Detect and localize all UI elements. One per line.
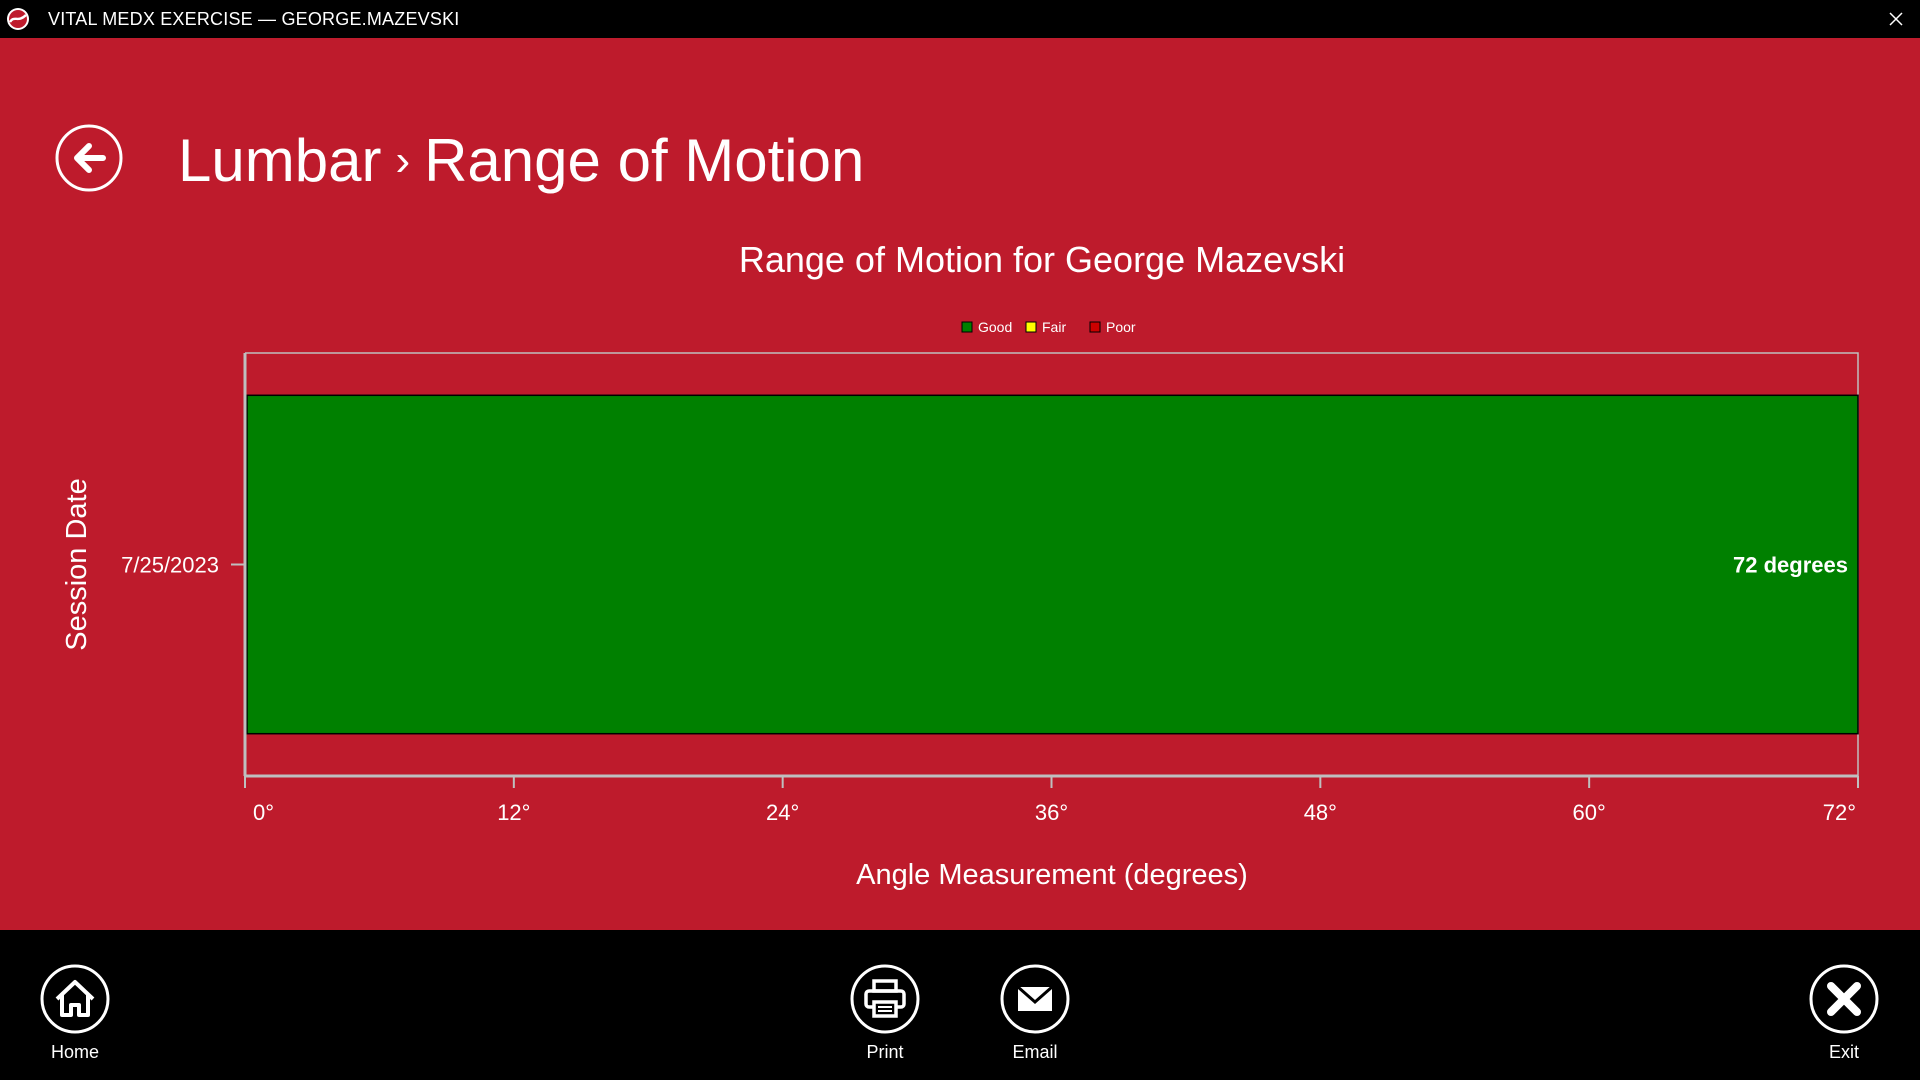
legend-label-poor: Poor (1106, 319, 1136, 335)
legend-label-fair: Fair (1042, 319, 1066, 335)
x-tick-label-4: 48° (1304, 800, 1337, 825)
legend-label-good: Good (978, 319, 1012, 335)
x-tick-label-0: 0° (253, 800, 274, 825)
exit-button[interactable]: Exit (1784, 930, 1904, 1063)
window-close-icon[interactable] (1886, 9, 1906, 29)
print-label: Print (866, 1042, 904, 1062)
x-tick-label-1: 12° (497, 800, 530, 825)
email-label: Email (1012, 1042, 1058, 1062)
x-axis-title: Angle Measurement (degrees) (856, 859, 1248, 891)
legend-swatch-good (961, 321, 973, 333)
x-tick-label-5: 60° (1573, 800, 1606, 825)
x-tick-label-2: 24° (766, 800, 799, 825)
close-icon (1809, 964, 1879, 1034)
y-tick-label-0: 7/25/2023 (121, 553, 219, 578)
home-button[interactable]: Home (15, 930, 135, 1063)
print-button[interactable]: Print (825, 930, 945, 1063)
range-of-motion-chart: Range of Motion for George Mazevski Good F… (61, 239, 1859, 891)
envelope-icon (1000, 964, 1070, 1034)
main-panel: Lumbar › Range of Motion Range of Motion f… (0, 38, 1920, 930)
home-icon (40, 964, 110, 1034)
exit-label: Exit (1828, 1042, 1859, 1062)
x-tick-label-6: 72° (1823, 800, 1856, 825)
bar-data-label-0: 72 degrees (1733, 553, 1848, 578)
title-bar: VITAL MEDX EXERCISE — GEORGE.MAZEVSKI (0, 0, 1920, 38)
app-logo-icon (7, 8, 29, 30)
window-title: VITAL MEDX EXERCISE — GEORGE.MAZEVSKI (48, 9, 460, 29)
email-button[interactable]: Email (975, 930, 1095, 1063)
legend-swatch-poor (1089, 321, 1101, 333)
chart-title: Range of Motion for George Mazevski (739, 239, 1345, 280)
printer-icon (850, 964, 920, 1034)
y-axis-title: Session Date (61, 478, 93, 651)
legend-swatch-fair (1025, 321, 1037, 333)
home-label: Home (50, 1042, 99, 1062)
x-tick-label-3: 36° (1035, 800, 1068, 825)
bar-0 (246, 394, 1859, 735)
bottom-toolbar: Home Print Email Exit (0, 930, 1920, 1080)
